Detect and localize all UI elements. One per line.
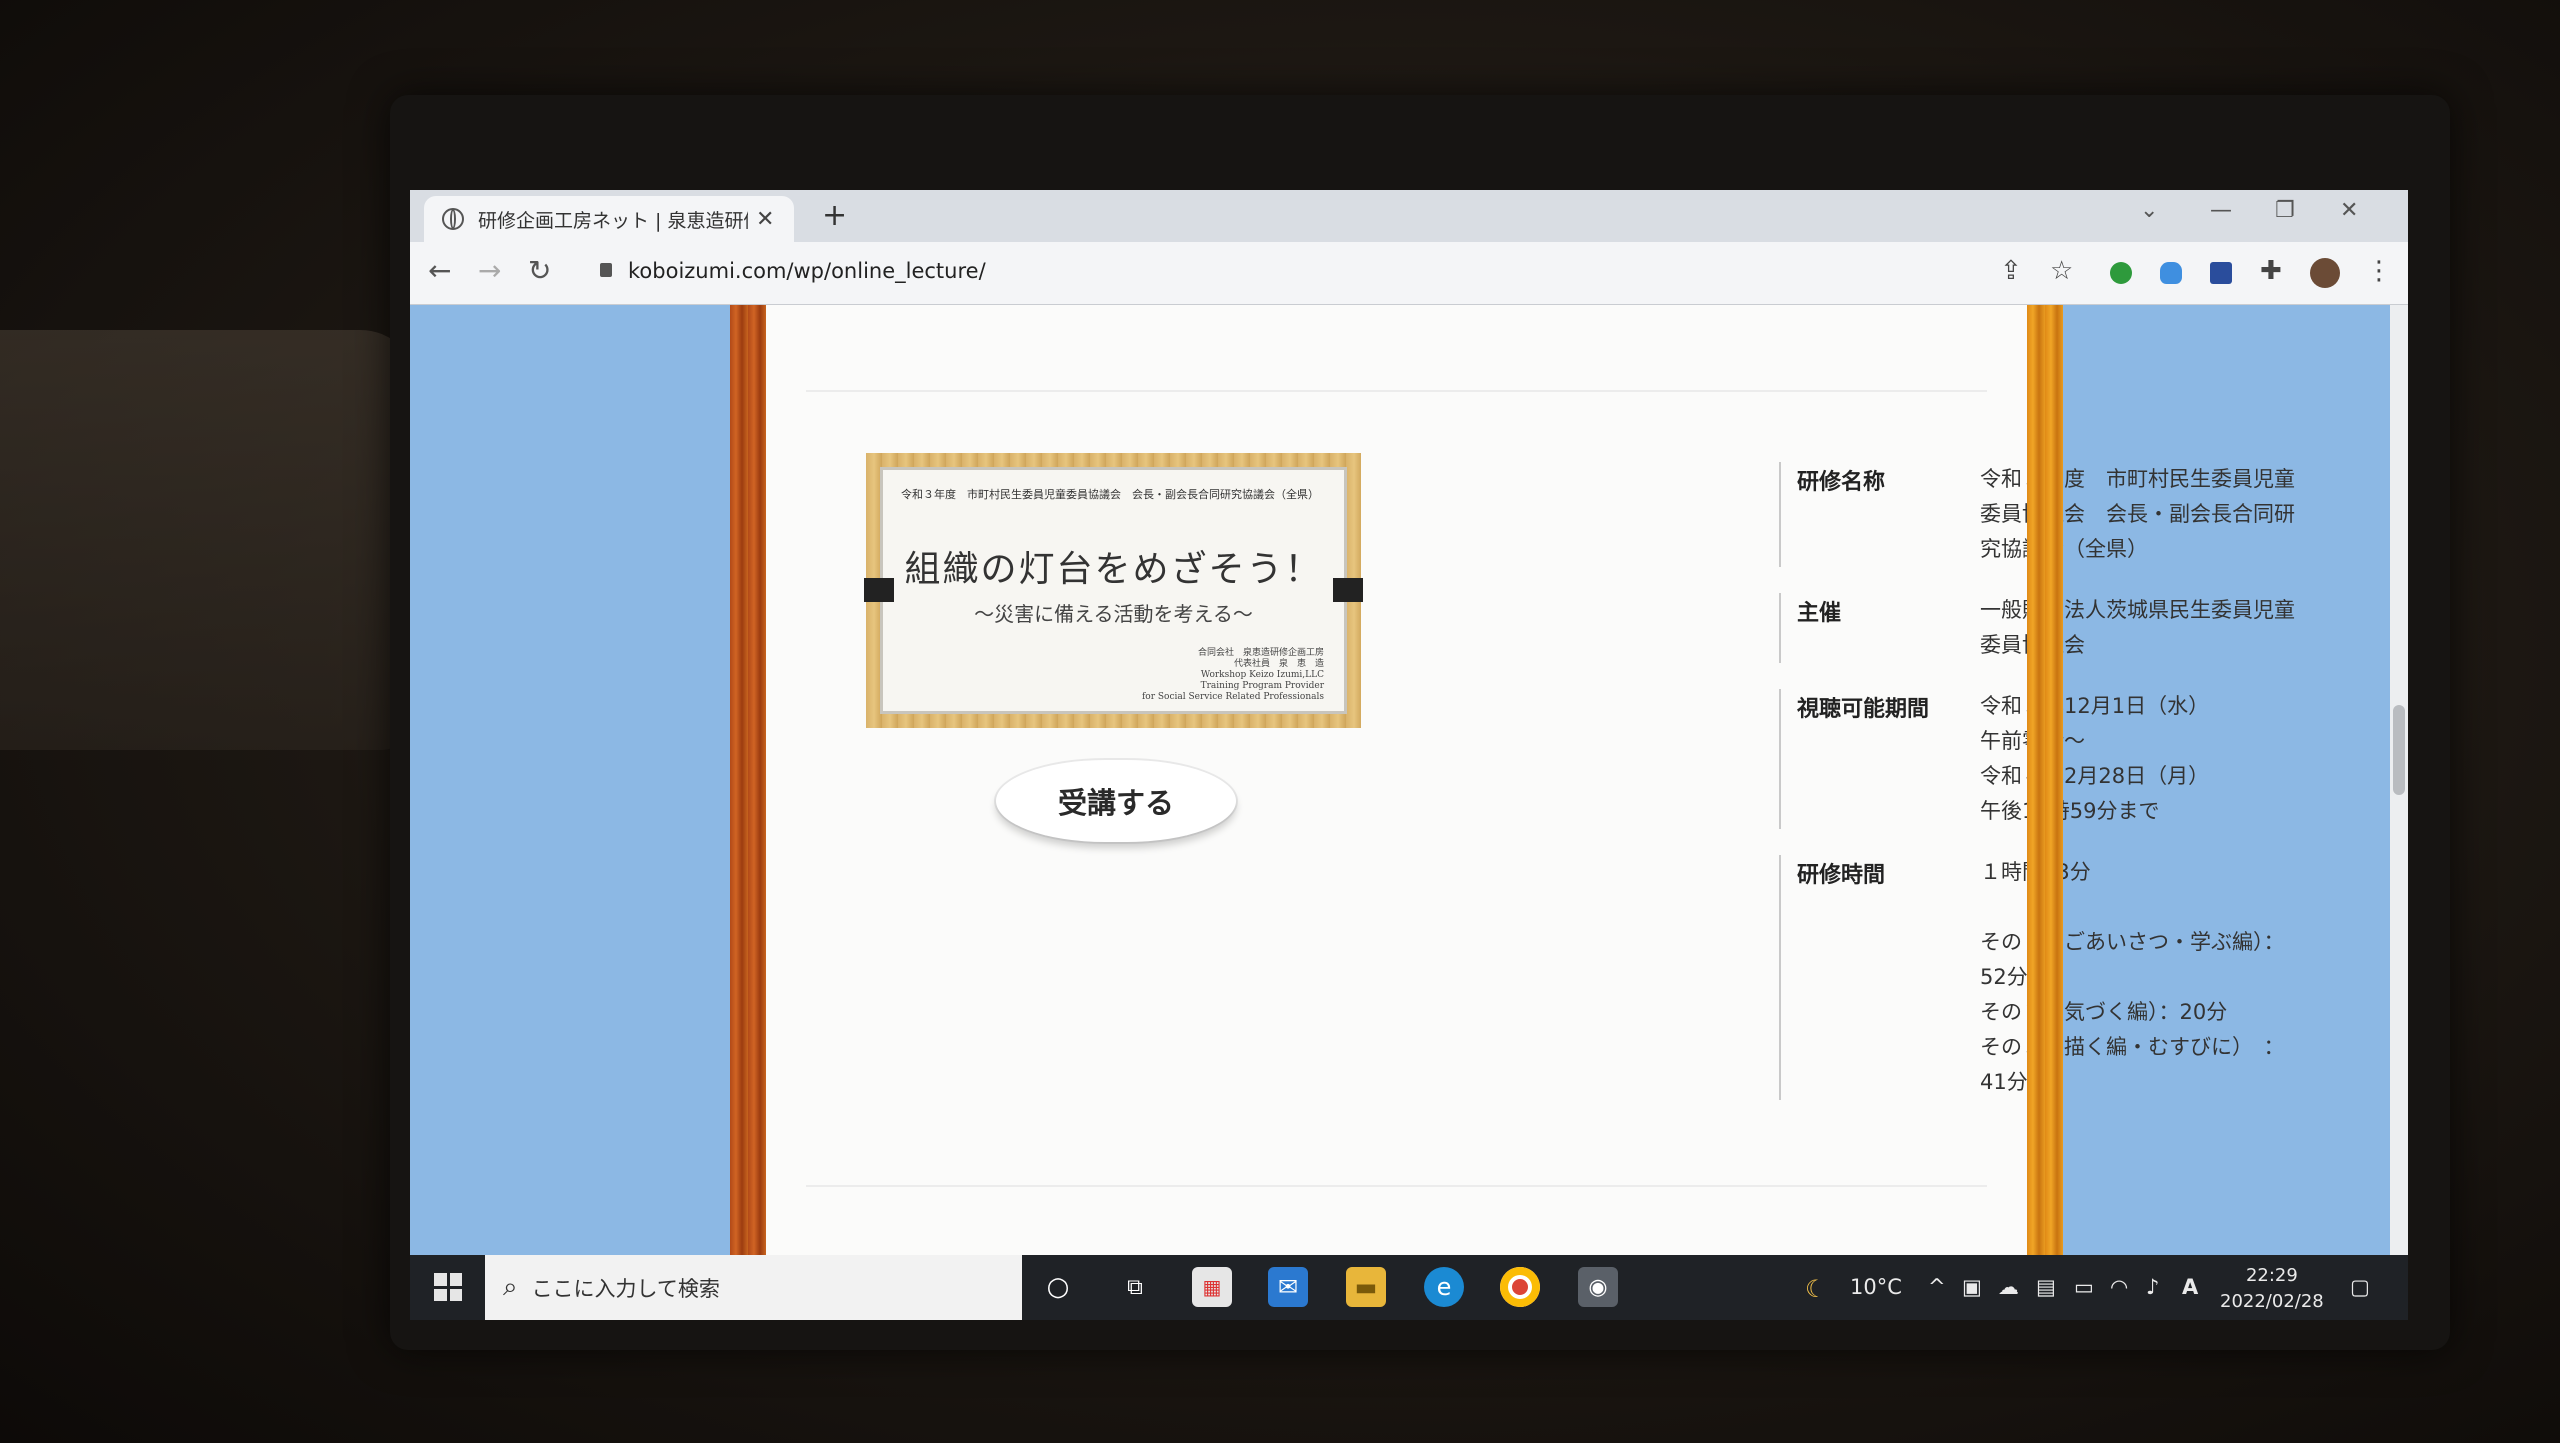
edge-icon[interactable]: e — [1424, 1267, 1464, 1307]
notification-icon[interactable]: ▢ — [2350, 1275, 2370, 1299]
name-label: 研修名称 — [1797, 470, 1886, 495]
tab-search-chevron-icon[interactable]: ⌄ — [2140, 198, 2158, 223]
tab-close-icon[interactable]: ✕ — [756, 207, 774, 232]
profile-avatar[interactable] — [2310, 258, 2340, 288]
moon-weather-icon[interactable]: ☾ — [1805, 1275, 1827, 1303]
camera-icon[interactable]: ◉ — [1578, 1267, 1618, 1307]
windows-start-icon[interactable] — [434, 1273, 462, 1301]
laptop-screen: 研修企画工房ネット | 泉恵造研修 ✕ + ⌄ — ❐ ✕ ← → ↻ kobo… — [410, 190, 2408, 1320]
search-placeholder: ここに入力して検索 — [531, 1276, 720, 1301]
onedrive-icon[interactable]: ☁ — [1998, 1275, 2019, 1299]
tray-app-icon[interactable]: ▤ — [2036, 1275, 2056, 1299]
puzzle-extensions-icon[interactable]: ✚ — [2260, 256, 2282, 286]
wood-frame-right — [2027, 305, 2063, 1255]
divider — [806, 390, 1987, 392]
thumbnail-card: 令和３年度 市町村民生委員児童委員協議会 会長・副会長合同研究協議会（全県） 組… — [880, 467, 1347, 714]
minimize-icon[interactable]: — — [2210, 198, 2232, 223]
clock-date: 2022/02/28 — [2220, 1291, 2324, 1312]
web-page: 令和３年度 市町村民生委員児童委員協議会 会長・副会長合同研究協議会（全県） 組… — [410, 305, 2408, 1255]
bookmark-star-icon[interactable]: ☆ — [2050, 256, 2073, 286]
forward-icon[interactable]: → — [478, 254, 501, 287]
clip-left — [864, 578, 894, 602]
lock-icon — [600, 263, 612, 277]
scrollbar-thumb[interactable] — [2393, 705, 2405, 795]
scrollbar[interactable] — [2390, 305, 2408, 1255]
weather-temp[interactable]: 10°C — [1850, 1275, 1902, 1299]
host-label: 主催 — [1797, 601, 1842, 626]
store-icon[interactable]: ▦ — [1192, 1267, 1232, 1307]
cortana-icon[interactable]: ○ — [1038, 1267, 1078, 1307]
tray-chevron-icon[interactable]: ^ — [1928, 1275, 1946, 1299]
time-label: 研修時間 — [1797, 863, 1886, 888]
reload-icon[interactable]: ↻ — [528, 254, 551, 287]
windows-taskbar: ⌕ ここに入力して検索 ○ ⧉ ▦ ✉ ▬ e ◉ ☾ 10°C ^ ▣ ☁ ▤… — [410, 1255, 2408, 1320]
clip-right — [1333, 578, 1363, 602]
lecture-thumbnail[interactable]: 令和３年度 市町村民生委員児童委員協議会 会長・副会長合同研究協議会（全県） 組… — [864, 453, 1363, 728]
new-tab-icon[interactable]: + — [822, 198, 847, 233]
period-label: 視聴可能期間 — [1797, 697, 1930, 722]
search-icon: ⌕ — [503, 1272, 518, 1302]
thumbnail-organizer: 合同会社 泉恵造研修企画工房 代表社員 泉 恵 造 Workshop Keizo… — [1141, 648, 1324, 702]
url-text: koboizumi.com/wp/online_lecture/ — [628, 259, 986, 283]
battery-icon[interactable]: ▭ — [2074, 1275, 2094, 1299]
content-paper: 令和３年度 市町村民生委員児童委員協議会 会長・副会長合同研究協議会（全県） 組… — [766, 305, 2295, 1255]
restore-icon[interactable]: ❐ — [2275, 198, 2295, 223]
wood-frame-left — [730, 305, 766, 1255]
menu-kebab-icon[interactable]: ⋮ — [2366, 256, 2392, 286]
background-room — [0, 330, 420, 750]
file-explorer-icon[interactable]: ▬ — [1346, 1267, 1386, 1307]
divider — [806, 1185, 1987, 1187]
volume-icon[interactable]: ♪ — [2146, 1275, 2159, 1299]
wifi-icon[interactable]: ◠ — [2110, 1275, 2128, 1299]
tray-device-icon[interactable]: ▣ — [1962, 1275, 1982, 1299]
thumbnail-subtitle: ～災害に備える活動を考える～ — [974, 602, 1253, 626]
address-bar[interactable]: koboizumi.com/wp/online_lecture/ — [600, 259, 986, 283]
clock-time: 22:29 — [2245, 1265, 2298, 1286]
thumbnail-header: 令和３年度 市町村民生委員児童委員協議会 会長・副会長合同研究協議会（全県） — [901, 488, 1319, 501]
extension-blue-icon[interactable] — [2210, 262, 2232, 284]
share-icon[interactable]: ⇪ — [2000, 256, 2022, 286]
globe-icon — [442, 208, 464, 230]
browser-toolbar: ← → ↻ koboizumi.com/wp/online_lecture/ ⇪… — [410, 242, 2408, 305]
window-close-icon[interactable]: ✕ — [2340, 198, 2358, 223]
tab-title: 研修企画工房ネット | 泉恵造研修 — [478, 209, 748, 232]
enroll-button[interactable]: 受講する — [996, 760, 1236, 842]
chrome-icon[interactable] — [1500, 1267, 1540, 1307]
mail-icon[interactable]: ✉ — [1268, 1267, 1308, 1307]
cloud-extension-icon[interactable] — [2160, 262, 2182, 284]
tab-strip: 研修企画工房ネット | 泉恵造研修 ✕ + ⌄ — ❐ ✕ — [410, 190, 2408, 242]
ime-indicator-icon[interactable]: A — [2182, 1275, 2198, 1299]
extension-green-icon[interactable] — [2110, 262, 2132, 284]
browser-tab[interactable]: 研修企画工房ネット | 泉恵造研修 ✕ — [424, 196, 794, 242]
taskbar-search-box[interactable]: ⌕ ここに入力して検索 — [485, 1255, 1022, 1320]
taskbar-clock[interactable]: 22:29 2022/02/28 — [2220, 1263, 2324, 1315]
task-view-icon[interactable]: ⧉ — [1115, 1267, 1155, 1307]
thumbnail-title: 組織の灯台をめざそう！ — [904, 549, 1323, 590]
back-icon[interactable]: ← — [428, 254, 451, 287]
